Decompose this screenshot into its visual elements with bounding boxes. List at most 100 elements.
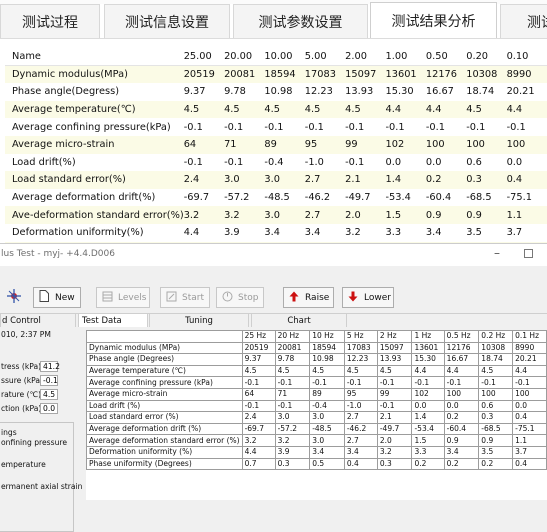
value-cell: 0.4 — [343, 457, 378, 471]
header-name-cell: Name — [5, 48, 184, 67]
value-cell: 3.0 — [309, 411, 345, 424]
levels-button[interactable]: Levels — [96, 287, 150, 308]
value-cell: -0.1 — [274, 376, 311, 389]
table-row[interactable]: Deformation uniformity (%) 4.4 3.9 3.4 3.4 3.… — [86, 445, 547, 459]
value-cell: 0.3 — [376, 457, 413, 471]
value-cell: 0.0 — [385, 153, 426, 172]
header-corner-cell — [86, 330, 243, 343]
table-row[interactable]: Dynamic modulus (MPa) 20519 20081 18594 1708… — [86, 341, 547, 355]
stop-icon — [221, 291, 233, 305]
value-cell: 15097 — [376, 341, 413, 355]
start-icon — [165, 291, 177, 305]
table-row[interactable]: Phase angle (Degrees) 9.37 9.78 10.98 12.23 1… — [86, 353, 547, 366]
table-row[interactable]: Average confining pressure(kPa) -0.1 -0.1-… — [5, 118, 547, 136]
tab-tuning[interactable]: Tuning — [149, 313, 249, 327]
new-button[interactable]: New — [33, 287, 81, 308]
value-cell: 0.4 — [512, 457, 547, 471]
value-cell: 13601 — [411, 341, 445, 355]
header-frequency-cell: 0.50 — [425, 48, 467, 67]
value-cell: 8990 — [506, 65, 547, 84]
table-row[interactable]: Load drift (%) -0.1 -0.1 -0.4 -1.0 -0.1 0.0 0.0… — [86, 399, 547, 413]
value-cell: 3.9 — [274, 445, 311, 459]
confining-pressure-option[interactable]: onfining pressure — [1, 438, 67, 447]
table-row[interactable]: Average temperature (℃) 4.5 4.5 4.5 4.5 4.5 4.… — [86, 364, 547, 378]
table-row[interactable]: Phase angle(Degress) 9.37 9.78 10.98 12.23 13… — [5, 83, 547, 101]
table-row[interactable]: Average confining pressure (kPa) -0.1 -0.1… — [86, 376, 547, 389]
minimize-icon[interactable]: – — [488, 245, 506, 263]
value-cell: 3.0 — [274, 411, 311, 424]
tab-test-data[interactable]: Test Data — [78, 313, 148, 327]
value-cell: 1.1 — [512, 434, 547, 447]
value-cell: 4.4 — [425, 100, 467, 119]
value-cell: 4.5 — [274, 364, 311, 378]
header-frequency-cell: 5 Hz — [343, 330, 378, 343]
tab-speed-control[interactable]: d Control — [0, 313, 76, 327]
tab-test-process[interactable]: 测试过程 — [0, 4, 100, 38]
control-panel: 010, 2:37 PM tress (kPa) 41.2 ssure (kPa… — [0, 328, 82, 532]
value-cell: 15097 — [345, 65, 386, 84]
table-row[interactable]: Load drift(%) -0.1 -0.1 -0.4 -1.0 -0.1 0.0 0.0 0… — [5, 153, 547, 172]
value-cell: 0.2 — [443, 457, 480, 471]
value-cell: -48.5 — [264, 188, 305, 207]
value-cell: -69.7 — [241, 422, 276, 436]
table-row[interactable]: Phase uniformity (Degrees) 0.7 0.3 0.5 0.4 0.… — [86, 457, 547, 471]
value-cell: 4.4 — [385, 100, 426, 119]
value-cell: 9.37 — [241, 353, 276, 366]
tab-test-parameter-settings[interactable]: 测试参数设置 — [233, 4, 368, 38]
raise-button[interactable]: Raise — [283, 287, 334, 308]
value-cell: 1.5 — [385, 206, 426, 224]
start-button[interactable]: Start — [160, 287, 210, 308]
table-row[interactable]: Load standard error (%) 2.4 3.0 3.0 2.7 2.1 1.… — [86, 411, 547, 424]
value-cell: 1.5 — [411, 434, 445, 447]
maximize-icon[interactable] — [524, 249, 533, 258]
header-frequency-cell: 5.00 — [304, 48, 346, 67]
table-row[interactable]: Load standard error(%) 2.4 3.0 3.0 2.7 2.1 1.4… — [5, 171, 547, 189]
lower-button[interactable]: Lower — [342, 287, 394, 308]
pressure-label: ssure (kPa) — [1, 376, 43, 385]
value-cell: 9.78 — [224, 83, 265, 101]
row-name-cell: Average temperature (℃) — [86, 364, 243, 378]
value-cell: -46.2 — [304, 188, 346, 207]
test-data-table: 25 Hz 20 Hz 10 Hz 5 Hz 2 Hz 1 Hz 0.5 Hz 0.2 Hz 0… — [86, 330, 547, 500]
value-cell: 2.4 — [241, 411, 276, 424]
temperature-option[interactable]: emperature — [1, 460, 46, 469]
table-row[interactable]: Average temperature(℃) 4.5 4.5 4.5 4.5 4.5 4.4… — [5, 100, 547, 119]
value-cell: -0.4 — [264, 153, 305, 172]
value-cell: 71 — [274, 387, 311, 401]
table-row[interactable]: Average deformation drift (%) -69.7 -57.2-… — [86, 422, 547, 436]
value-cell: -0.1 — [345, 118, 386, 136]
tool-icon[interactable] — [6, 288, 22, 304]
value-cell: 0.2 — [478, 457, 514, 471]
row-name-cell: Dynamic modulus (MPa) — [86, 341, 243, 355]
tab-chart[interactable]: Chart — [251, 313, 347, 327]
table-row[interactable]: Average micro-strain 64 71 89 95 99 102 100 100 1… — [86, 387, 547, 401]
table-row[interactable]: Average deformation standard error (%) 3.… — [86, 434, 547, 447]
value-cell: -0.1 — [512, 376, 547, 389]
table-row[interactable]: Average micro-strain 64 71 89 95 99 102 100 100 1… — [5, 135, 547, 154]
value-cell: 4.4 — [443, 364, 480, 378]
tab-test-info-settings[interactable]: 测试信息设置 — [104, 4, 230, 38]
table-row[interactable]: Ave-deformation standard error(%) 3.2 3.2 3… — [5, 206, 547, 224]
axial-strain-option[interactable]: ermanent axial strain — [1, 482, 82, 491]
value-cell: 3.3 — [385, 223, 426, 242]
temperature-value: 4.5 — [40, 389, 58, 400]
tab-test-result-analysis[interactable]: 测试结果分析 — [370, 2, 497, 39]
value-cell: 18594 — [309, 341, 345, 355]
value-cell: 20519 — [183, 65, 225, 84]
value-cell: 3.0 — [224, 171, 265, 189]
table-row[interactable]: Dynamic modulus(MPa) 20519 20081 18594 17083… — [5, 65, 547, 84]
value-cell: 3.4 — [264, 223, 305, 242]
value-cell: 0.4 — [512, 411, 547, 424]
value-cell: 10308 — [478, 341, 514, 355]
value-cell: 2.7 — [304, 206, 346, 224]
value-cell: 3.2 — [345, 223, 386, 242]
value-cell: -49.7 — [376, 422, 413, 436]
value-cell: -0.1 — [264, 118, 305, 136]
stop-button[interactable]: Stop — [216, 287, 264, 308]
result-table-header: Name 25.00 20.00 10.00 5.00 2.00 1.00 0.50 0.20 0… — [5, 48, 547, 67]
table-row[interactable]: Average deformation drift(%) -69.7 -57.2 -4… — [5, 188, 547, 207]
value-cell: 0.3 — [274, 457, 311, 471]
tab-test-more[interactable]: 测试 — [500, 4, 547, 38]
value-cell: 4.4 — [411, 364, 445, 378]
table-row[interactable]: Deformation uniformity(%) 4.4 3.9 3.4 3.4 3.2… — [5, 223, 547, 242]
